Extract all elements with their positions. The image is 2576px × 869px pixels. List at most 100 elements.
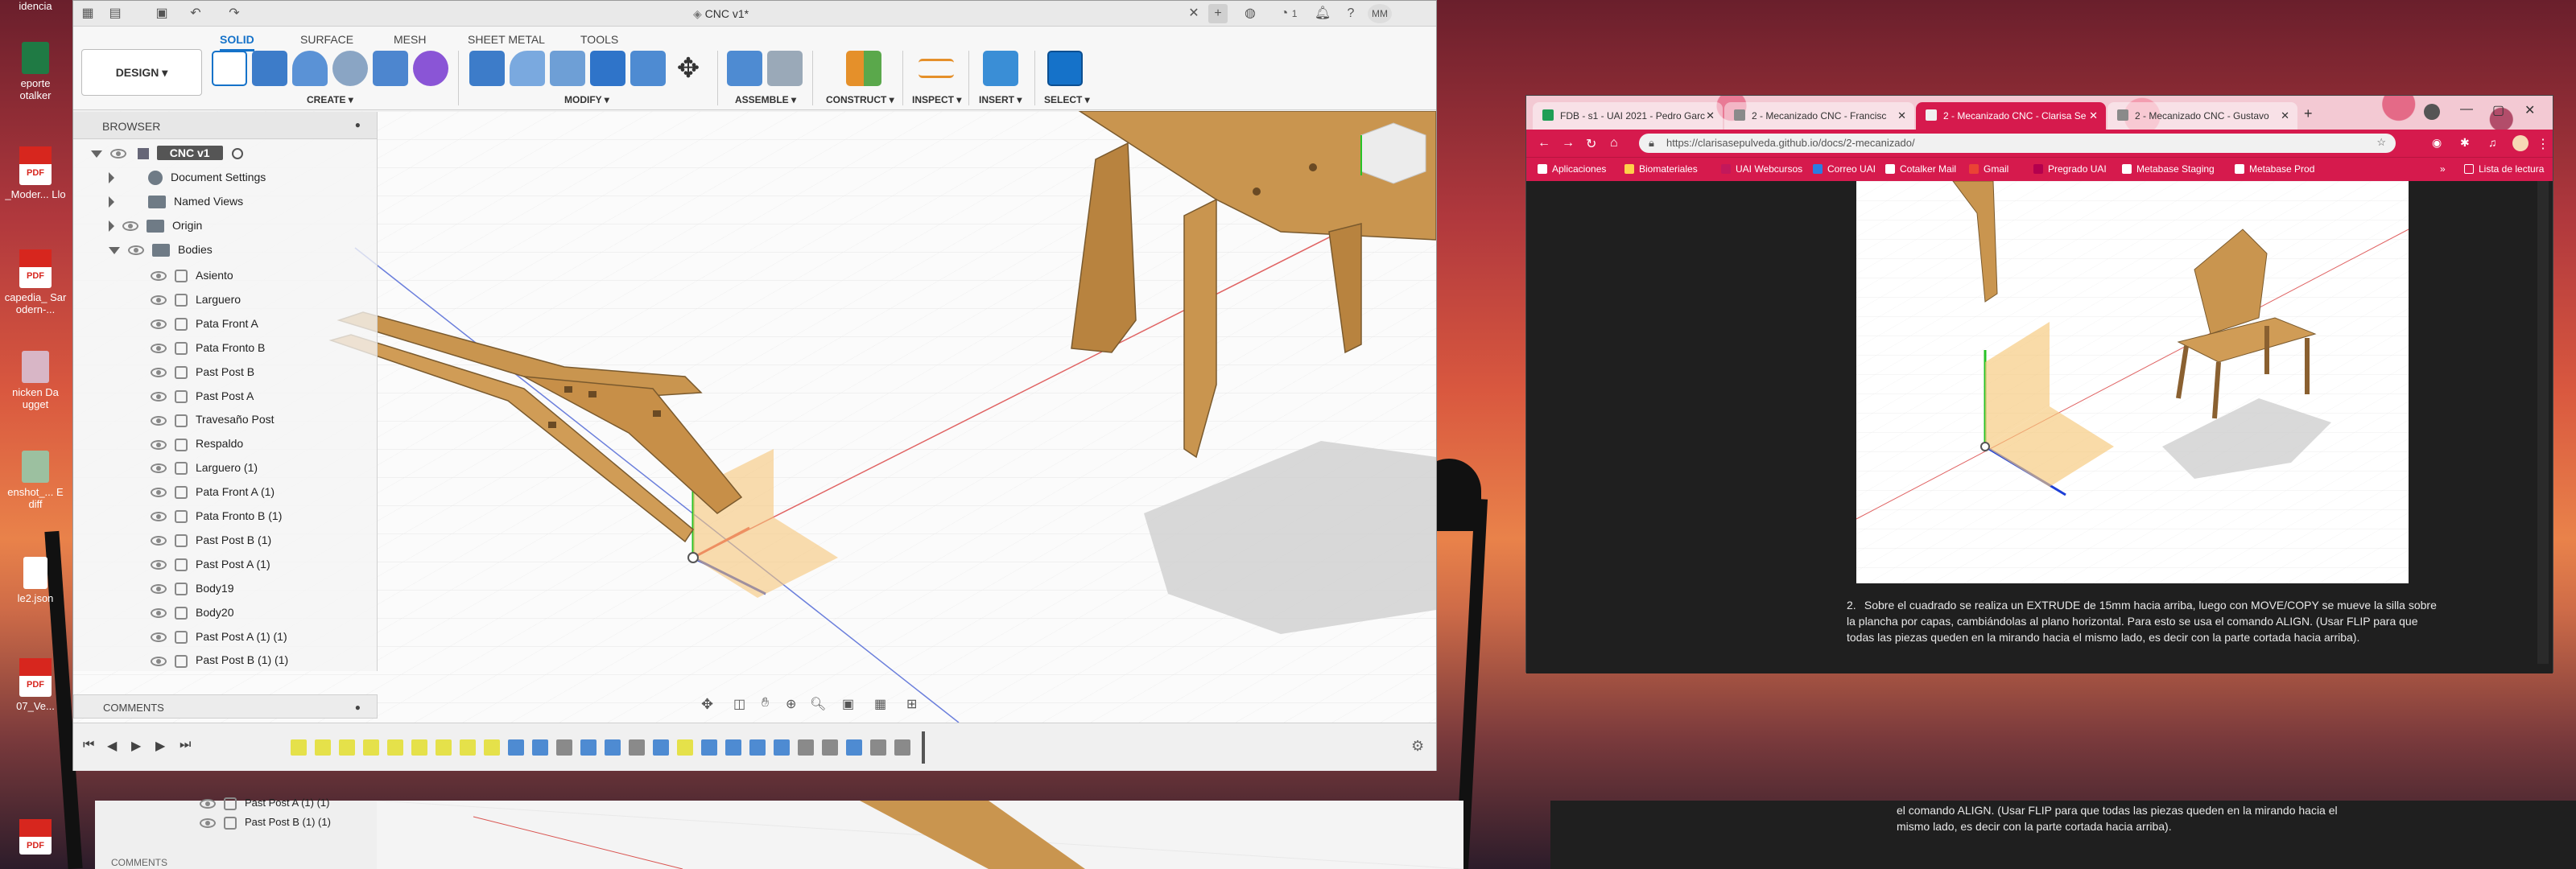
pattern-icon[interactable]	[373, 51, 408, 86]
tree-body-item[interactable]: Past Post B	[151, 363, 254, 381]
visibility-eye-icon[interactable]	[151, 488, 167, 498]
insert-group-label[interactable]: INSERT ▾	[979, 94, 1022, 105]
visibility-eye-icon[interactable]	[128, 245, 144, 256]
hole-icon[interactable]	[332, 51, 368, 86]
address-bar[interactable]: 🔒︎ https://clarisasepulveda.github.io/do…	[1639, 134, 2396, 153]
bookmark-item[interactable]: Cotalker Mail	[1885, 163, 1956, 175]
bookmark-item[interactable]: Pregrado UAI	[2033, 163, 2107, 175]
look-at-icon[interactable]: ◫	[733, 696, 745, 712]
step-forward-icon[interactable]: ▶	[155, 738, 165, 754]
go-to-start-icon[interactable]: ⏮︎	[83, 738, 94, 752]
visibility-eye-icon[interactable]	[151, 560, 167, 570]
timeline-marker[interactable]	[922, 731, 925, 764]
timeline-feature-icon[interactable]	[580, 739, 597, 756]
tab-sheet-metal[interactable]: SHEET METAL	[468, 33, 545, 46]
timeline-feature-icon[interactable]	[291, 739, 307, 756]
visibility-eye-icon[interactable]	[151, 439, 167, 450]
collapse-icon[interactable]	[109, 246, 120, 254]
undo-icon[interactable]: ↶	[186, 4, 205, 23]
back-icon[interactable]: ←	[1538, 136, 1550, 150]
minimize-icon[interactable]: —	[2460, 102, 2473, 117]
timeline-feature-icon[interactable]	[315, 739, 331, 756]
workspace-switcher[interactable]: DESIGN ▾	[81, 49, 202, 96]
browser-tab[interactable]: FDB - s1 - UAI 2021 - Pedro Garc ✕	[1533, 102, 1723, 130]
visibility-eye-icon[interactable]	[151, 463, 167, 474]
redo-icon[interactable]: ↷	[225, 4, 244, 23]
timeline-feature-icon[interactable]	[605, 739, 621, 756]
tab-mesh[interactable]: MESH	[394, 33, 426, 46]
offset-plane-icon[interactable]	[846, 51, 881, 86]
extension-icon[interactable]: ◉	[2432, 136, 2442, 150]
desktop-icon[interactable]: enshot_... E diff	[0, 451, 71, 510]
timeline-feature-icon[interactable]	[556, 739, 572, 756]
forward-icon[interactable]: →	[1562, 136, 1575, 150]
expand-icon[interactable]	[109, 196, 114, 208]
tree-body-item[interactable]: Body19	[151, 579, 233, 597]
measure-icon[interactable]	[919, 59, 954, 78]
close-tab-icon[interactable]: ✕	[1897, 109, 1906, 122]
tree-body-item[interactable]: Body20	[151, 603, 233, 621]
timeline-feature-icon[interactable]	[749, 739, 766, 756]
timeline-feature-icon[interactable]	[436, 739, 452, 756]
tree-body-item[interactable]: Pata Fronto B (1)	[151, 507, 282, 525]
browser-tab[interactable]: 2 - Mecanizado CNC - Francisc ✕	[1724, 102, 1914, 130]
tree-folder-bodies[interactable]: Bodies	[109, 241, 213, 258]
orbit-icon[interactable]: ✥	[701, 696, 713, 713]
user-avatar[interactable]: MM	[1368, 4, 1392, 23]
combine-icon[interactable]	[590, 51, 625, 86]
home-icon[interactable]: ⌂	[1610, 136, 1618, 150]
press-pull-icon[interactable]	[469, 51, 505, 86]
zoom-window-icon[interactable]: ⊕	[786, 696, 796, 712]
extrude-icon[interactable]	[252, 51, 287, 86]
reload-icon[interactable]: ↻	[1586, 136, 1596, 152]
bookmark-item[interactable]: Gmail	[1969, 163, 2008, 175]
create-group-label[interactable]: CREATE ▾	[307, 94, 353, 105]
visibility-eye-icon[interactable]	[151, 632, 167, 642]
grid-settings-icon[interactable]: ▦	[874, 696, 886, 712]
desktop-icon[interactable]: idencia	[0, 0, 71, 12]
tree-body-item[interactable]: Pata Fronto B	[151, 339, 265, 356]
close-window-icon[interactable]: ✕	[2524, 102, 2535, 118]
select-icon[interactable]	[1047, 51, 1083, 86]
assemble-group-label[interactable]: ASSEMBLE ▾	[735, 94, 796, 105]
browser-tab-active[interactable]: 2 - Mecanizado CNC - Clarisa Se ✕	[1916, 102, 2106, 130]
visibility-eye-icon[interactable]	[151, 367, 167, 377]
more-bookmarks-icon[interactable]: »	[2440, 163, 2446, 175]
tree-folder-document-settings[interactable]: Document Settings	[109, 168, 266, 186]
zoom-icon[interactable]: 🔍︎	[810, 696, 826, 712]
tab-tools[interactable]: TOOLS	[580, 33, 618, 46]
tree-body-item[interactable]: Asiento	[151, 266, 233, 284]
fillet-icon[interactable]	[510, 51, 545, 86]
timeline-feature-icon[interactable]	[508, 739, 524, 756]
visibility-eye-icon[interactable]	[151, 415, 167, 426]
file-menu-icon[interactable]: ▤	[105, 4, 125, 23]
timeline-feature-icon[interactable]	[870, 739, 886, 756]
timeline-feature-icon[interactable]	[460, 739, 476, 756]
activate-radio-icon[interactable]	[232, 148, 244, 160]
tab-solid[interactable]: SOLID	[220, 33, 254, 51]
close-tab-icon[interactable]: ✕	[1706, 109, 1715, 122]
joint-icon[interactable]	[767, 51, 803, 86]
tab-search-icon[interactable]	[2424, 104, 2440, 120]
desktop-icon[interactable]: PDF capedia_ Sar odern-...	[0, 249, 71, 315]
new-tab-icon[interactable]: +	[1208, 4, 1228, 23]
visibility-eye-icon[interactable]	[151, 512, 167, 522]
move-copy-icon[interactable]: ✥	[671, 51, 706, 86]
bookmark-item[interactable]: Aplicaciones	[1538, 163, 1606, 175]
tree-folder-origin[interactable]: Origin	[109, 216, 202, 234]
revolve-icon[interactable]	[292, 51, 328, 86]
tree-body-item[interactable]: Larguero	[151, 290, 241, 308]
timeline-feature-icon[interactable]	[701, 739, 717, 756]
close-tab-icon[interactable]: ✕	[1184, 4, 1203, 23]
origin-point[interactable]	[687, 552, 699, 563]
bookmark-star-icon[interactable]: ☆	[2376, 136, 2386, 149]
new-sketch-icon[interactable]	[212, 51, 247, 86]
close-tab-icon[interactable]: ✕	[2089, 109, 2098, 122]
browser-tab[interactable]: 2 - Mecanizado CNC - Gustavo ✕	[2107, 102, 2297, 130]
timeline-feature-icon[interactable]	[484, 739, 500, 756]
construct-group-label[interactable]: CONSTRUCT ▾	[826, 94, 894, 105]
view-cube[interactable]	[1360, 122, 1426, 184]
visibility-eye-icon[interactable]	[122, 221, 138, 232]
reading-list[interactable]: Lista de lectura	[2464, 163, 2544, 175]
bookmark-item[interactable]: UAI Webcursos	[1721, 163, 1802, 175]
